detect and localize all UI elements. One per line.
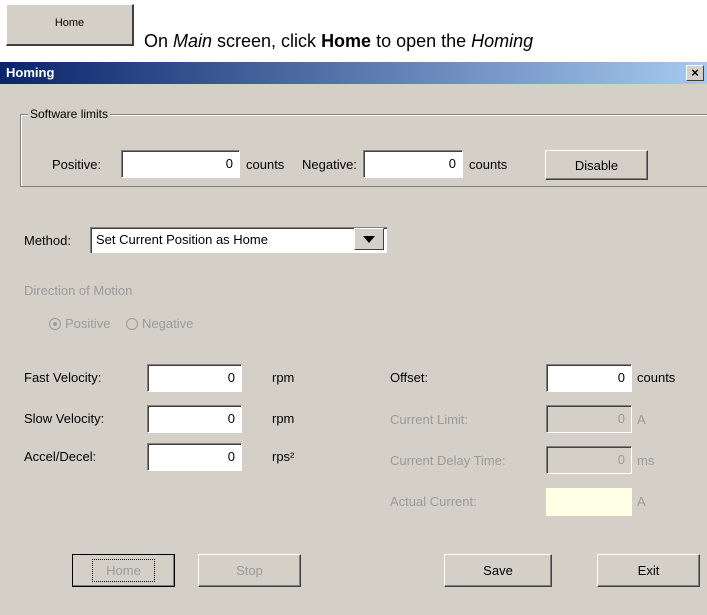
fast-velocity-unit: rpm — [272, 370, 295, 385]
direction-label: Direction of Motion — [24, 283, 133, 298]
chevron-down-icon — [363, 235, 375, 243]
fast-velocity-input[interactable]: 0 — [147, 364, 242, 392]
negative-limit-unit: counts — [469, 157, 508, 172]
exit-button-label: Exit — [637, 563, 660, 578]
current-limit-input[interactable]: 0 — [546, 405, 632, 433]
accel-decel-input[interactable]: 0 — [147, 443, 242, 471]
slow-velocity-input[interactable]: 0 — [147, 405, 242, 433]
save-button-label: Save — [483, 563, 513, 578]
title-bar[interactable] — [0, 62, 707, 84]
slow-velocity-label: Slow Velocity: — [24, 411, 105, 426]
actual-current-value — [546, 488, 632, 516]
method-selected-value: Set Current Position as Home — [96, 232, 268, 247]
method-label: Method: — [24, 233, 71, 248]
fast-velocity-label: Fast Velocity: — [24, 370, 102, 385]
direction-negative-radio[interactable] — [126, 318, 138, 330]
offset-unit: counts — [637, 370, 676, 385]
offset-label: Offset: — [390, 370, 429, 385]
exit-button[interactable]: Exit — [597, 554, 700, 587]
current-limit-label: Current Limit: — [390, 412, 469, 427]
home-button-label: Home — [92, 559, 155, 582]
actual-current-unit: A — [637, 494, 646, 509]
homing-window: Homing × Software limits Positive: 0 cou… — [0, 62, 707, 615]
current-delay-unit: ms — [637, 453, 655, 468]
disable-button-label: Disable — [574, 157, 619, 173]
offset-input[interactable]: 0 — [546, 364, 632, 392]
current-delay-label: Current Delay Time: — [390, 453, 506, 468]
direction-positive-label: Positive — [65, 316, 111, 331]
home-button-top[interactable]: Home — [6, 4, 134, 46]
method-dropdown-button[interactable] — [354, 228, 384, 250]
instruction-text: On Main screen, click Home to open the H… — [144, 31, 534, 51]
actual-current-label: Actual Current: — [390, 494, 477, 509]
positive-limit-label: Positive: — [52, 157, 102, 172]
direction-negative-label: Negative — [142, 316, 194, 331]
negative-limit-input[interactable]: 0 — [363, 150, 463, 178]
direction-positive-radio[interactable] — [49, 318, 61, 330]
accel-decel-unit: rps² — [272, 449, 295, 464]
slow-velocity-unit: rpm — [272, 411, 295, 426]
stop-button[interactable]: Stop — [198, 554, 301, 587]
instruction-home: Home — [321, 31, 372, 51]
positive-limit-input[interactable]: 0 — [121, 150, 240, 178]
instruction-main: Main — [173, 31, 213, 51]
instruction-homing: Homing — [471, 31, 534, 51]
home-button[interactable]: Home — [72, 554, 175, 587]
software-limits-label: Software limits — [28, 107, 111, 121]
window-title: Homing — [6, 65, 55, 80]
current-delay-input[interactable]: 0 — [546, 446, 632, 474]
positive-limit-unit: counts — [246, 157, 285, 172]
negative-limit-label: Negative: — [302, 157, 357, 172]
disable-button[interactable]: Disable — [545, 150, 648, 180]
accel-decel-label: Accel/Decel: — [24, 449, 97, 464]
save-button[interactable]: Save — [444, 554, 552, 587]
close-icon[interactable]: × — [686, 65, 704, 81]
current-limit-unit: A — [637, 412, 646, 427]
home-button-top-label: Home — [54, 17, 85, 29]
stop-button-label: Stop — [236, 563, 263, 578]
